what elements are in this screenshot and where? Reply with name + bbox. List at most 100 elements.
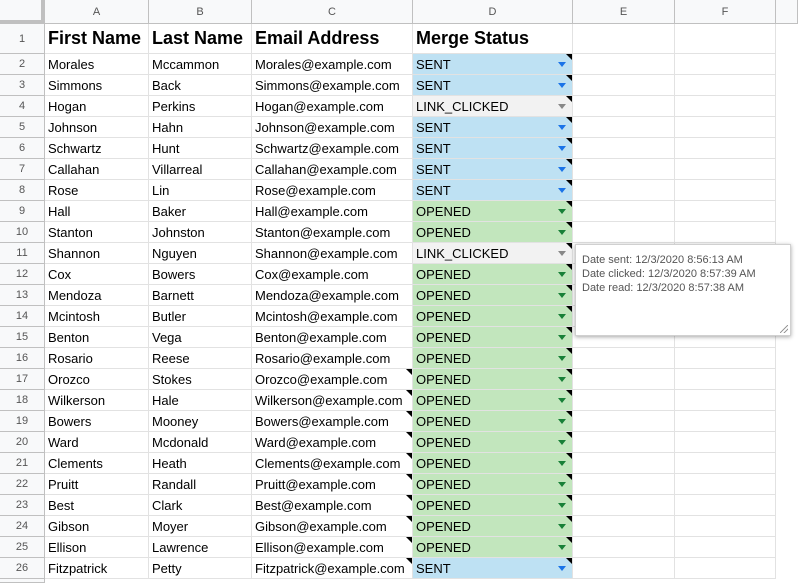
empty-cell[interactable]	[573, 474, 675, 495]
first-name-cell[interactable]: Simmons	[45, 75, 149, 96]
email-cell[interactable]: Pruitt@example.com	[252, 474, 413, 495]
last-name-cell[interactable]: Moyer	[149, 516, 252, 537]
empty-cell[interactable]	[675, 474, 776, 495]
row-header[interactable]: 4	[0, 96, 45, 117]
email-cell[interactable]: Simmons@example.com	[252, 75, 413, 96]
row-header[interactable]: 12	[0, 264, 45, 285]
email-cell[interactable]: Bowers@example.com	[252, 411, 413, 432]
row-header[interactable]: 15	[0, 327, 45, 348]
empty-cell[interactable]	[573, 117, 675, 138]
empty-cell[interactable]	[675, 54, 776, 75]
row-header[interactable]: 14	[0, 306, 45, 327]
empty-cell[interactable]	[573, 390, 675, 411]
email-cell[interactable]: Ward@example.com	[252, 432, 413, 453]
empty-cell[interactable]	[573, 96, 675, 117]
cell-note-popup[interactable]: Date sent: 12/3/2020 8:56:13 AM Date cli…	[575, 244, 791, 336]
empty-cell[interactable]	[573, 159, 675, 180]
empty-cell[interactable]	[675, 537, 776, 558]
first-name-cell[interactable]: Fitzpatrick	[45, 558, 149, 579]
email-cell[interactable]: Mendoza@example.com	[252, 285, 413, 306]
last-name-cell[interactable]: Mooney	[149, 411, 252, 432]
row-header-1[interactable]: 1	[0, 24, 45, 54]
merge-status-cell[interactable]: OPENED	[413, 348, 573, 369]
empty-cell[interactable]	[675, 96, 776, 117]
row-header[interactable]: 8	[0, 180, 45, 201]
chevron-down-icon[interactable]	[558, 272, 566, 277]
row-header[interactable]: 16	[0, 348, 45, 369]
empty-cell[interactable]	[675, 558, 776, 579]
empty-cell[interactable]	[675, 24, 776, 54]
row-header[interactable]: 17	[0, 369, 45, 390]
chevron-down-icon[interactable]	[558, 545, 566, 550]
last-name-cell[interactable]: Hunt	[149, 138, 252, 159]
empty-cell[interactable]	[573, 516, 675, 537]
merge-status-cell[interactable]: OPENED	[413, 516, 573, 537]
empty-cell[interactable]	[675, 432, 776, 453]
column-header-b[interactable]: B	[149, 0, 252, 24]
email-cell[interactable]: Rosario@example.com	[252, 348, 413, 369]
row-header[interactable]: 5	[0, 117, 45, 138]
column-header-partial[interactable]	[776, 0, 798, 24]
header-cell-3[interactable]: Merge Status	[413, 24, 573, 54]
chevron-down-icon[interactable]	[558, 104, 566, 109]
first-name-cell[interactable]: Shannon	[45, 243, 149, 264]
select-all-corner[interactable]	[0, 0, 45, 24]
empty-cell[interactable]	[675, 390, 776, 411]
chevron-down-icon[interactable]	[558, 230, 566, 235]
empty-cell[interactable]	[675, 201, 776, 222]
email-cell[interactable]: Hall@example.com	[252, 201, 413, 222]
first-name-cell[interactable]: Rose	[45, 180, 149, 201]
empty-cell[interactable]	[675, 411, 776, 432]
empty-cell[interactable]	[675, 495, 776, 516]
chevron-down-icon[interactable]	[558, 461, 566, 466]
row-header[interactable]: 11	[0, 243, 45, 264]
row-header[interactable]: 18	[0, 390, 45, 411]
merge-status-cell[interactable]: LINK_CLICKED	[413, 96, 573, 117]
chevron-down-icon[interactable]	[558, 398, 566, 403]
row-header[interactable]: 21	[0, 453, 45, 474]
header-cell-2[interactable]: Email Address	[252, 24, 413, 54]
last-name-cell[interactable]: Back	[149, 75, 252, 96]
first-name-cell[interactable]: Rosario	[45, 348, 149, 369]
empty-cell[interactable]	[573, 369, 675, 390]
last-name-cell[interactable]: Butler	[149, 306, 252, 327]
first-name-cell[interactable]: Wilkerson	[45, 390, 149, 411]
empty-cell[interactable]	[573, 432, 675, 453]
email-cell[interactable]: Best@example.com	[252, 495, 413, 516]
last-name-cell[interactable]: Johnston	[149, 222, 252, 243]
chevron-down-icon[interactable]	[558, 503, 566, 508]
empty-cell[interactable]	[573, 411, 675, 432]
chevron-down-icon[interactable]	[558, 188, 566, 193]
row-header[interactable]: 26	[0, 558, 45, 579]
first-name-cell[interactable]: Pruitt	[45, 474, 149, 495]
email-cell[interactable]: Johnson@example.com	[252, 117, 413, 138]
empty-cell[interactable]	[675, 75, 776, 96]
first-name-cell[interactable]: Clements	[45, 453, 149, 474]
merge-status-cell[interactable]: LINK_CLICKED	[413, 243, 573, 264]
row-header[interactable]: 10	[0, 222, 45, 243]
first-name-cell[interactable]: Hall	[45, 201, 149, 222]
last-name-cell[interactable]: Bowers	[149, 264, 252, 285]
first-name-cell[interactable]: Mendoza	[45, 285, 149, 306]
merge-status-cell[interactable]: SENT	[413, 75, 573, 96]
empty-cell[interactable]	[675, 348, 776, 369]
email-cell[interactable]: Cox@example.com	[252, 264, 413, 285]
chevron-down-icon[interactable]	[558, 62, 566, 67]
last-name-cell[interactable]: Hahn	[149, 117, 252, 138]
first-name-cell[interactable]: Bowers	[45, 411, 149, 432]
empty-cell[interactable]	[573, 558, 675, 579]
chevron-down-icon[interactable]	[558, 125, 566, 130]
last-name-cell[interactable]: Hale	[149, 390, 252, 411]
empty-cell[interactable]	[573, 348, 675, 369]
merge-status-cell[interactable]: OPENED	[413, 537, 573, 558]
empty-cell[interactable]	[573, 75, 675, 96]
email-cell[interactable]: Shannon@example.com	[252, 243, 413, 264]
row-header[interactable]: 25	[0, 537, 45, 558]
chevron-down-icon[interactable]	[558, 356, 566, 361]
last-name-cell[interactable]: Nguyen	[149, 243, 252, 264]
chevron-down-icon[interactable]	[558, 377, 566, 382]
chevron-down-icon[interactable]	[558, 209, 566, 214]
empty-cell[interactable]	[573, 453, 675, 474]
merge-status-cell[interactable]: OPENED	[413, 369, 573, 390]
empty-cell[interactable]	[675, 117, 776, 138]
